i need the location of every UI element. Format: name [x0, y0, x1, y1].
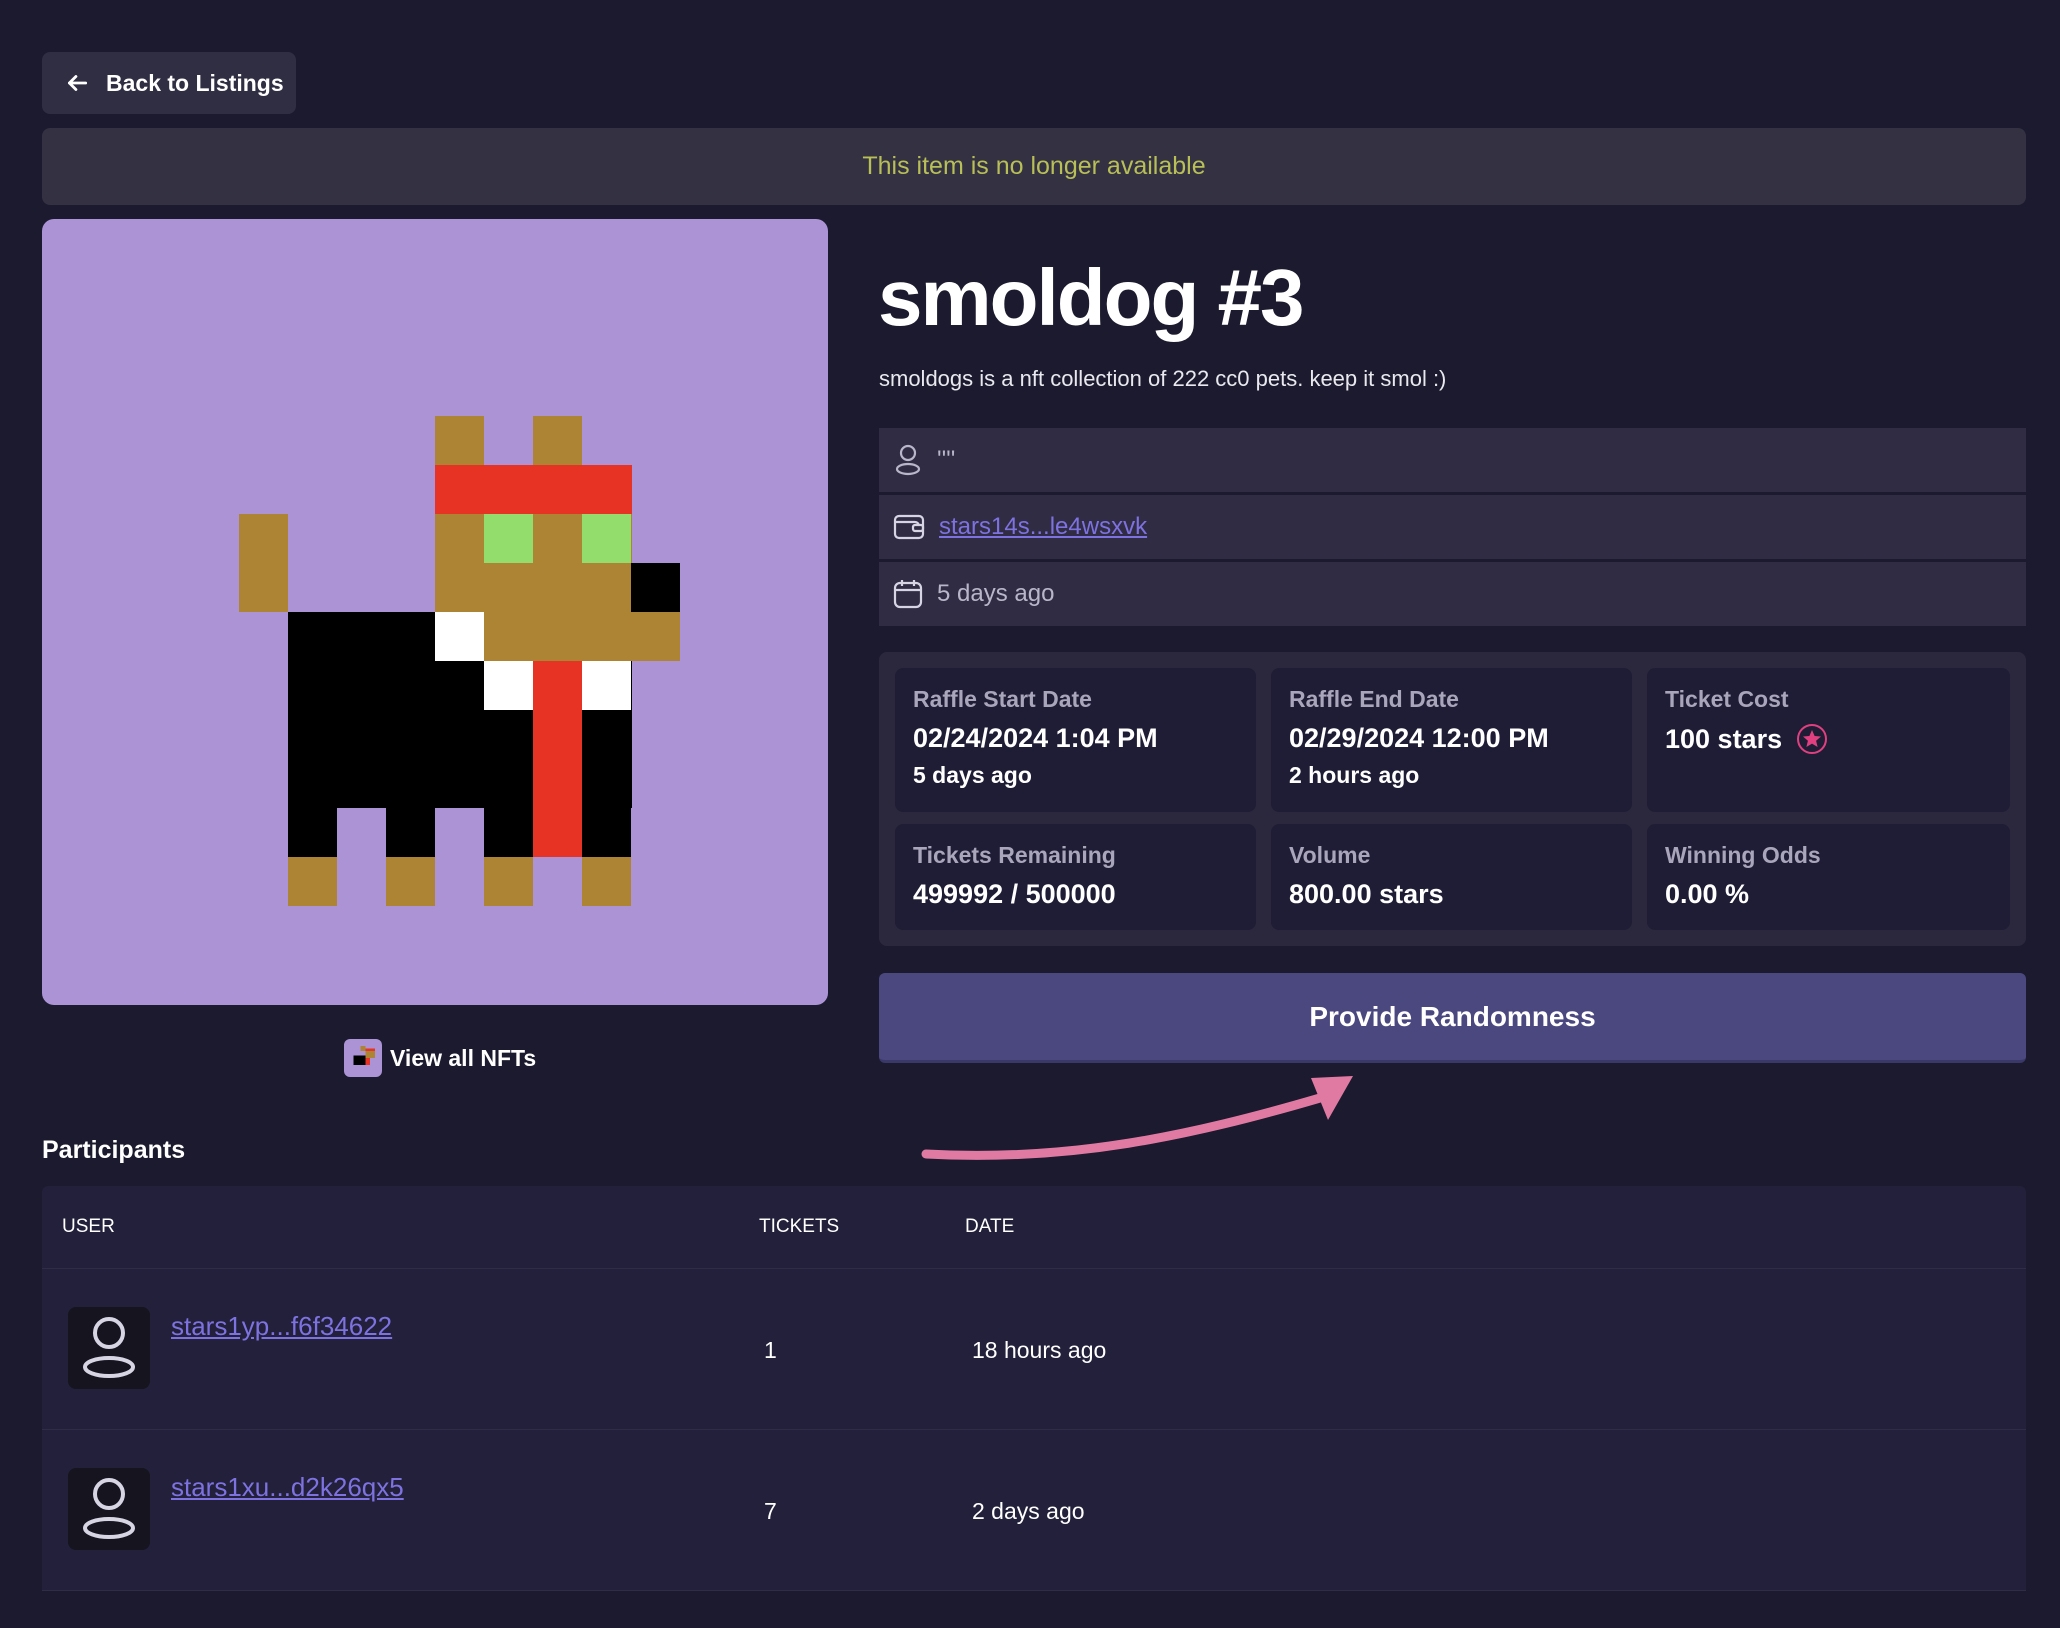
winning-odds-value: 0.00 % — [1665, 879, 1750, 909]
nft-image — [42, 219, 828, 1005]
table-row: stars1xu...d2k26qx5 7 2 days ago — [42, 1430, 2026, 1591]
table-row: stars1yp...f6f34622 1 18 hours ago — [42, 1269, 2026, 1430]
user-avatar-icon — [83, 1317, 135, 1378]
provide-randomness-button[interactable]: Provide Randomness — [879, 973, 2026, 1063]
arrow-left-icon — [64, 70, 90, 96]
listed-date: 5 days ago — [937, 580, 1055, 607]
volume-value: 800.00 stars — [1289, 879, 1444, 909]
raffle-start-relative: 5 days ago — [913, 762, 1032, 788]
back-to-listings-button[interactable]: Back to Listings — [42, 52, 296, 114]
tickets-remaining-value: 499992 / 500000 — [913, 879, 1116, 909]
avatar — [68, 1307, 150, 1389]
column-header-user: USER — [62, 1216, 115, 1237]
table-header: USER TICKETS DATE — [42, 1186, 2026, 1269]
raffle-start-card: Raffle Start Date 02/24/2024 1:04 PM 5 d… — [895, 668, 1256, 812]
smoldog-pixel-art — [239, 416, 680, 906]
winning-odds-card: Winning Odds 0.00 % — [1647, 824, 2010, 930]
nft-title: smoldog #3 — [878, 253, 1305, 342]
owner-name: '''' — [937, 446, 956, 473]
participant-tickets: 7 — [764, 1498, 777, 1524]
owner-row: '''' — [879, 428, 2026, 492]
wallet-address-link[interactable]: stars14s...le4wsxvk — [939, 513, 1147, 541]
raffle-end-label: Raffle End Date — [1289, 686, 1459, 712]
user-icon — [893, 443, 923, 477]
calendar-icon — [893, 578, 923, 610]
user-avatar-icon — [83, 1478, 135, 1539]
tickets-remaining-label: Tickets Remaining — [913, 842, 1116, 868]
participants-heading: Participants — [42, 1136, 186, 1164]
raffle-end-value: 02/29/2024 12:00 PM — [1289, 723, 1549, 753]
participants-table: USER TICKETS DATE stars1yp...f6f34622 1 … — [42, 1186, 2026, 1591]
raffle-end-card: Raffle End Date 02/29/2024 12:00 PM 2 ho… — [1271, 668, 1632, 812]
participant-address-link[interactable]: stars1xu...d2k26qx5 — [171, 1472, 404, 1503]
column-header-date: DATE — [965, 1216, 1015, 1237]
back-button-label: Back to Listings — [106, 69, 284, 96]
availability-banner: This item is no longer available — [42, 128, 2026, 205]
nft-description: smoldogs is a nft collection of 222 cc0 … — [879, 366, 1447, 391]
availability-message: This item is no longer available — [862, 152, 1206, 180]
collection-thumbnail-icon — [344, 1039, 382, 1077]
raffle-start-value: 02/24/2024 1:04 PM — [913, 723, 1158, 753]
raffle-stats-panel: Raffle Start Date 02/24/2024 1:04 PM 5 d… — [879, 652, 2026, 946]
listed-date-row: 5 days ago — [879, 562, 2026, 626]
participant-tickets: 1 — [764, 1337, 777, 1363]
tickets-remaining-card: Tickets Remaining 499992 / 500000 — [895, 824, 1256, 930]
column-header-tickets: TICKETS — [759, 1216, 840, 1237]
wallet-icon — [893, 512, 925, 542]
ticket-cost-card: Ticket Cost 100 stars — [1647, 668, 2010, 812]
ticket-cost-label: Ticket Cost — [1665, 686, 1789, 712]
view-all-nfts-label: View all NFTs — [390, 1044, 537, 1071]
annotation-arrow-icon — [921, 1076, 1353, 1160]
participant-date: 2 days ago — [972, 1498, 1085, 1524]
avatar — [68, 1468, 150, 1550]
view-all-nfts-link[interactable]: View all NFTs — [344, 1038, 536, 1078]
raffle-end-relative: 2 hours ago — [1289, 762, 1420, 788]
volume-card: Volume 800.00 stars — [1271, 824, 1632, 930]
wallet-row: stars14s...le4wsxvk — [879, 495, 2026, 559]
ticket-cost-value-row: 100 stars — [1665, 723, 1992, 755]
raffle-start-label: Raffle Start Date — [913, 686, 1092, 712]
stars-token-icon — [1796, 723, 1828, 755]
ticket-cost-value: 100 stars — [1665, 723, 1783, 754]
participant-address-link[interactable]: stars1yp...f6f34622 — [171, 1311, 392, 1342]
volume-label: Volume — [1289, 842, 1371, 868]
winning-odds-label: Winning Odds — [1665, 842, 1821, 868]
participant-date: 18 hours ago — [972, 1337, 1107, 1363]
